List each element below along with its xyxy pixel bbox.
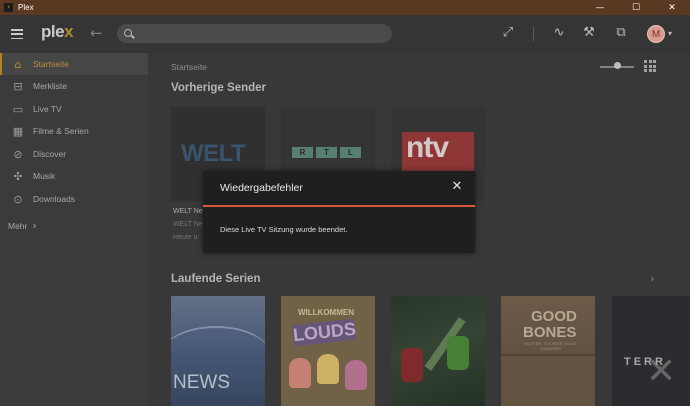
dialog-title: Wiedergabefehler xyxy=(220,182,303,194)
dialog-message: Diese Live TV Sitzung wurde beendet. xyxy=(220,225,348,234)
window-title-bar: › Plex — ☐ ✕ xyxy=(0,0,690,15)
top-navigation-bar: plex ← ⤢ ∿ ⚒ ⧉ M ▾ xyxy=(0,15,690,53)
plex-app-window: › Plex — ☐ ✕ plex ← ⤢ ∿ ⚒ ⧉ M ▾ ⌂ Starts… xyxy=(0,0,690,406)
plex-app-icon: › xyxy=(4,3,13,12)
logo-x: x xyxy=(64,22,74,41)
logo-text: ple xyxy=(41,22,65,41)
search-icon xyxy=(124,29,132,37)
toolbar-divider xyxy=(533,27,534,41)
avatar[interactable]: M xyxy=(647,25,665,43)
chevron-down-icon[interactable]: ▾ xyxy=(668,29,672,38)
window-title: Plex xyxy=(18,3,34,12)
settings-wrench-icon[interactable]: ⚒ xyxy=(580,24,598,42)
close-icon[interactable]: ✕ xyxy=(450,180,464,194)
playback-error-dialog: Wiedergabefehler ✕ Diese Live TV Sitzung… xyxy=(203,171,475,253)
activity-icon[interactable]: ∿ xyxy=(550,24,568,42)
menu-icon[interactable] xyxy=(11,29,23,39)
plex-logo[interactable]: plex xyxy=(41,22,74,42)
minimize-button[interactable]: — xyxy=(582,0,618,15)
dialog-accent-divider xyxy=(203,205,475,207)
search-input[interactable] xyxy=(117,24,392,43)
maximize-button[interactable]: ☐ xyxy=(618,0,654,15)
fullscreen-icon[interactable]: ⤢ xyxy=(499,24,517,42)
close-window-button[interactable]: ✕ xyxy=(654,0,690,15)
cast-icon[interactable]: ⧉ xyxy=(612,24,630,42)
back-arrow-icon[interactable]: ← xyxy=(90,24,103,42)
